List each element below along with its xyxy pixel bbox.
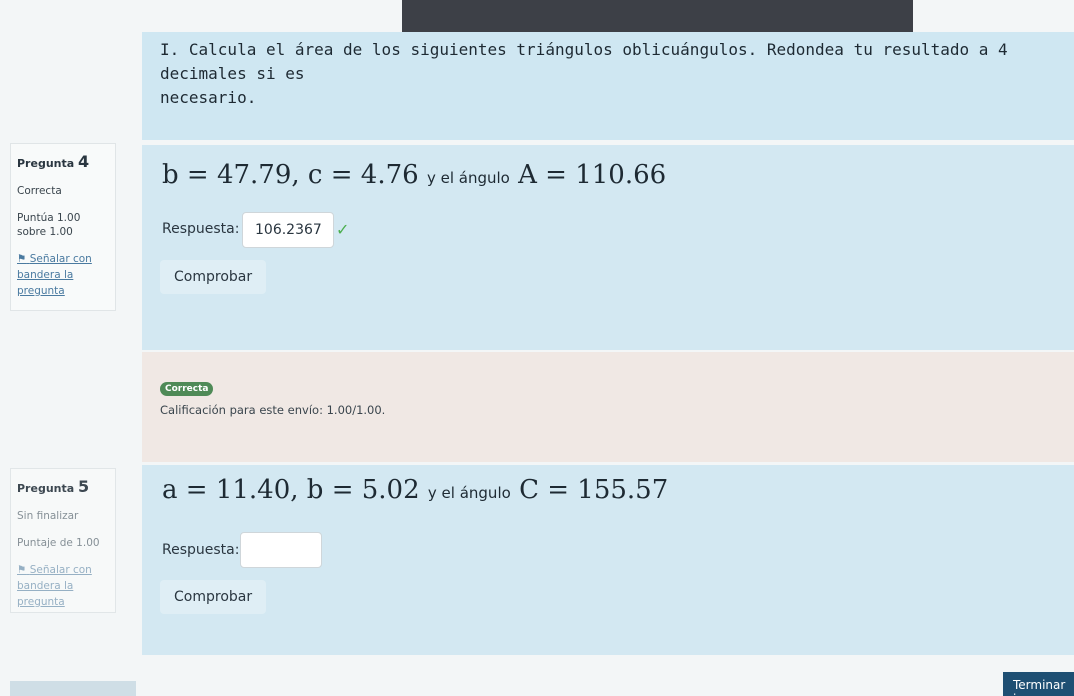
question-4-grade: Puntúa 1.00 sobre 1.00 [17,212,81,238]
question-4-answer-label: Respuesta: [162,221,240,237]
question-5-formula: a = 11.40, b = 5.02 y el ángulo C = 155.… [162,475,669,505]
bottom-navigation-tab[interactable] [10,681,136,696]
question-5-flag-link[interactable]: ⚑ Señalar con bandera la pregunta [17,562,109,610]
instructions-text: I. Calcula el área de los siguientes tri… [160,38,1060,110]
question-4-state: Correcta [17,185,62,197]
question-5-answer-input[interactable] [240,532,322,568]
flag-icon: ⚑ [17,253,27,265]
question-4-info: Pregunta 4 Correcta Puntúa 1.00 sobre 1.… [10,143,116,311]
question-5-answer-label: Respuesta: [162,542,240,558]
question-5-info: Pregunta 5 Sin finalizar Puntaje de 1.00… [10,468,116,613]
question-4-answer-input[interactable]: 106.2367 [242,212,334,248]
question-4-flag-link[interactable]: ⚑ Señalar con bandera la pregunta [17,251,109,299]
question-4-number: Pregunta 4 [17,152,90,171]
question-4-check-button[interactable]: Comprobar [160,260,267,294]
correct-badge: Correcta [160,382,214,396]
question-5-number: Pregunta 5 [17,477,90,496]
question-4-formula: b = 47.79, c = 4.76 y el ángulo A = 110.… [162,160,667,190]
instructions-line-2: necesario. [160,88,257,107]
finish-attempt-button[interactable]: Terminar i [1003,672,1074,696]
question-4-grade-feedback: Calificación para este envío: 1.00/1.00. [160,403,386,417]
instructions-line-1: I. Calcula el área de los siguientes tri… [160,40,1008,83]
question-5-state: Sin finalizar [17,510,79,522]
question-5-grade: Puntaje de 1.00 [17,537,100,549]
top-dark-bar [402,0,913,32]
flag-icon: ⚑ [17,564,27,576]
question-5-check-button[interactable]: Comprobar [160,580,267,614]
checkmark-icon: ✓ [336,220,350,239]
